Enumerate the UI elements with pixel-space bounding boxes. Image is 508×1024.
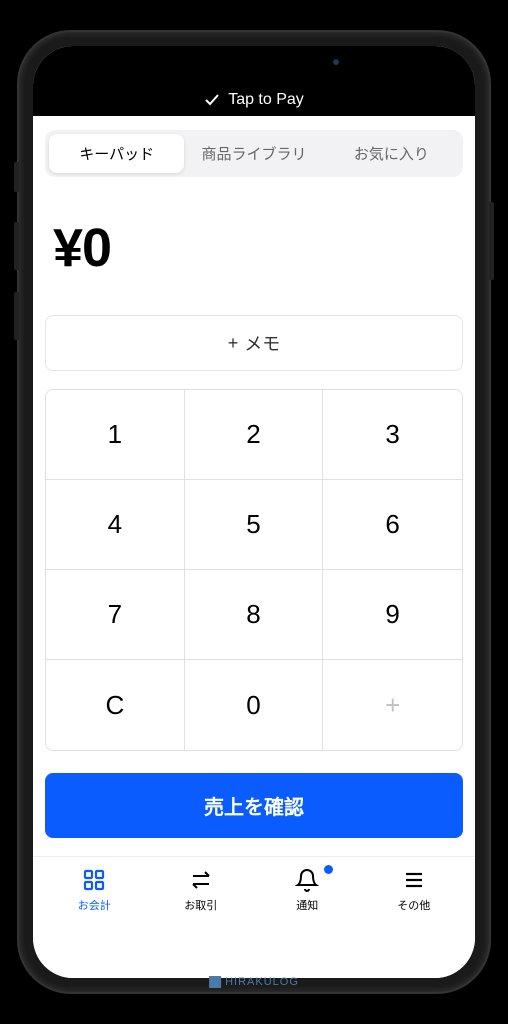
confirm-label: 売上を確認 (204, 797, 304, 819)
nav-more[interactable]: その他 (361, 867, 468, 913)
key-0[interactable]: 0 (185, 660, 324, 750)
memo-label: メモ (244, 330, 280, 356)
status-bar: Tap to Pay (33, 84, 475, 116)
phone-side-buttons-left (14, 162, 19, 362)
watermark-label: HIRAKULOG (225, 976, 299, 988)
key-2[interactable]: 2 (185, 390, 324, 480)
tab-library[interactable]: 商品ライブラリ (186, 134, 321, 173)
nav-more-label: その他 (397, 897, 430, 913)
tap-to-pay-label: Tap to Pay (228, 91, 304, 109)
key-5[interactable]: 5 (185, 480, 324, 570)
menu-icon (401, 867, 427, 893)
tab-library-label: 商品ライブラリ (201, 146, 306, 163)
key-plus[interactable]: + (323, 660, 462, 750)
notification-badge-icon (324, 865, 333, 874)
key-7[interactable]: 7 (46, 570, 185, 660)
nav-transactions[interactable]: お取引 (148, 867, 255, 913)
watermark: HIRAKULOG (209, 976, 299, 988)
tab-keypad[interactable]: キーパッド (49, 134, 184, 173)
plus-icon: + (228, 333, 239, 354)
bottom-nav: お会計 お取引 通知 (33, 856, 475, 931)
phone-side-button-right (489, 202, 494, 280)
grid-icon (81, 867, 107, 893)
tab-favorites[interactable]: お気に入り (324, 134, 459, 173)
key-6[interactable]: 6 (323, 480, 462, 570)
keypad: 1 2 3 4 5 6 7 8 9 C 0 + (45, 389, 463, 751)
tab-favorites-label: お気に入り (354, 146, 429, 163)
key-clear[interactable]: C (46, 660, 185, 750)
notch-area (33, 46, 475, 84)
key-9[interactable]: 9 (323, 570, 462, 660)
front-camera-icon (333, 59, 339, 65)
key-4[interactable]: 4 (46, 480, 185, 570)
nav-transactions-label: お取引 (184, 897, 217, 913)
transfer-icon (188, 867, 214, 893)
nav-notifications-label: 通知 (296, 897, 318, 913)
tab-bar: キーパッド 商品ライブラリ お気に入り (45, 130, 463, 177)
nav-checkout[interactable]: お会計 (41, 867, 148, 913)
key-8[interactable]: 8 (185, 570, 324, 660)
screen: Tap to Pay キーパッド 商品ライブラリ お気に入り ¥0 + メモ 1… (33, 46, 475, 978)
watermark-icon (209, 976, 221, 988)
tab-keypad-label: キーパッド (79, 146, 154, 163)
nav-checkout-label: お会計 (78, 897, 111, 913)
key-1[interactable]: 1 (46, 390, 185, 480)
bell-icon (294, 867, 320, 893)
add-memo-button[interactable]: + メモ (45, 315, 463, 371)
notch (149, 46, 359, 78)
key-3[interactable]: 3 (323, 390, 462, 480)
amount-display: ¥0 (53, 217, 455, 279)
confirm-sale-button[interactable]: 売上を確認 (45, 773, 463, 838)
content: キーパッド 商品ライブラリ お気に入り ¥0 + メモ 1 2 3 4 5 6 … (33, 116, 475, 978)
checkmark-icon (204, 92, 220, 108)
phone-frame: Tap to Pay キーパッド 商品ライブラリ お気に入り ¥0 + メモ 1… (19, 32, 489, 992)
nav-notifications[interactable]: 通知 (254, 867, 361, 913)
amount-area: ¥0 (33, 177, 475, 315)
